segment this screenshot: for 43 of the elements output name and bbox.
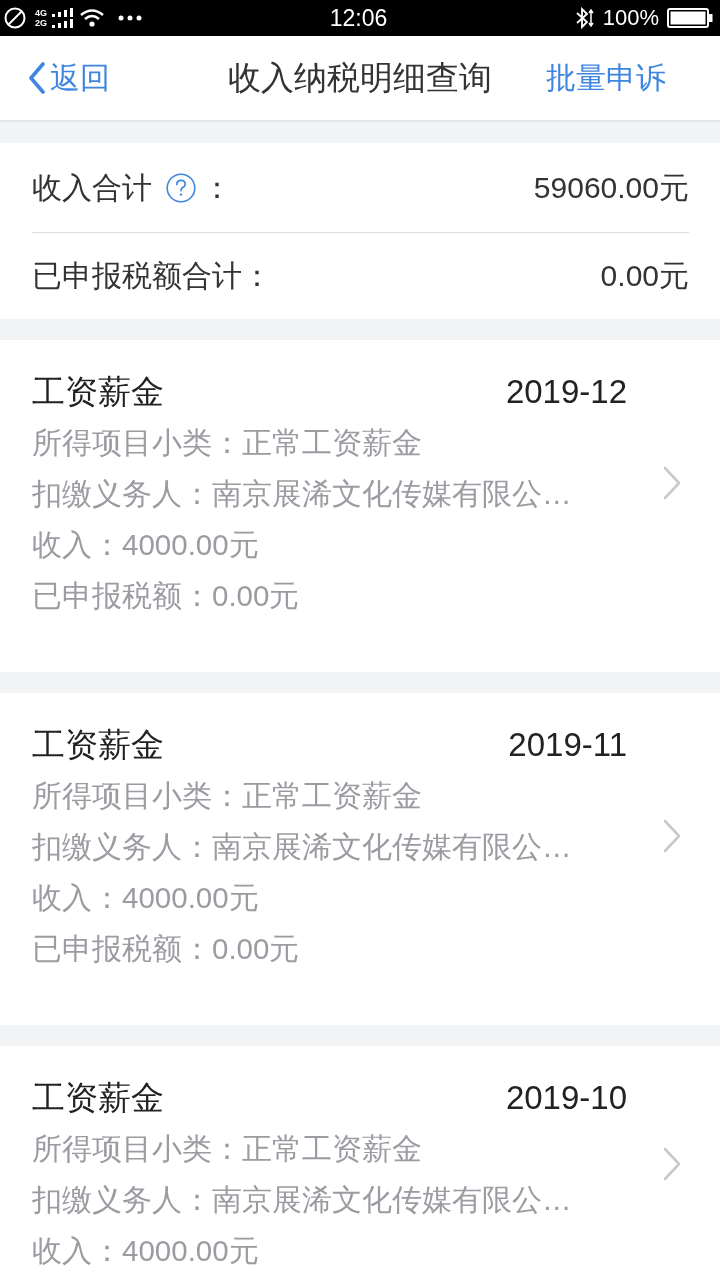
record-detail: 扣缴义务人：南京展浠文化传媒有限公…	[32, 476, 573, 512]
status-time: 12:06	[329, 4, 388, 32]
record-detail: 所得项目小类：正常工资薪金	[32, 425, 423, 461]
record-detail: 扣缴义务人：南京展浠文化传媒有限公…	[32, 1182, 573, 1218]
record-period: 2019-11	[508, 725, 627, 765]
record-detail: 收入：4000.00元	[32, 1233, 260, 1269]
battery-percentage: 100%	[602, 5, 659, 31]
record-period: 2019-10	[505, 1078, 627, 1118]
chevron-right-icon	[662, 1146, 682, 1181]
record-title: 工资薪金	[32, 1078, 164, 1118]
back-button[interactable]: 返回	[28, 58, 110, 98]
network-type-label: 4G	[35, 8, 47, 18]
bluetooth-icon	[574, 7, 595, 29]
signal-icon	[52, 8, 74, 28]
chevron-right-icon	[662, 466, 682, 500]
wifi-icon	[79, 8, 105, 28]
summary-label: 收入合计	[32, 169, 152, 206]
record-title: 工资薪金	[32, 725, 164, 765]
help-icon[interactable]	[166, 172, 196, 203]
battery-icon	[667, 8, 713, 28]
record-title: 工资薪金	[32, 372, 164, 412]
summary-label: 已申报税额合计：	[32, 258, 272, 294]
record-card[interactable]: 工资薪金 2019-12 所得项目小类：正常工资薪金 扣缴义务人：南京展浠文化传媒有限公… 收入：4000.00元 已申报税额：0.00元	[0, 340, 720, 672]
record-detail: 收入：4000.00元	[32, 880, 260, 916]
record-detail: 已申报税额：0.00元	[32, 578, 301, 614]
record-period: 2019-12	[505, 372, 627, 412]
record-card[interactable]: 工资薪金 2019-10 所得项目小类：正常工资薪金 扣缴义务人：南京展浠文化传媒有限公… 收入：4000.00元	[0, 1046, 720, 1280]
page-title: 收入纳税明细查询	[228, 58, 492, 98]
record-card[interactable]: 工资薪金 2019-11 所得项目小类：正常工资薪金 扣缴义务人：南京展浠文化传媒有限公… 收入：4000.00元 已申报税额：0.00元	[0, 693, 720, 1025]
network-type-label: 2G	[35, 18, 47, 28]
chevron-right-icon	[662, 819, 682, 853]
record-detail: 扣缴义务人：南京展浠文化传媒有限公…	[32, 829, 573, 865]
record-detail: 所得项目小类：正常工资薪金	[32, 778, 423, 814]
more-dots-icon	[118, 15, 142, 21]
record-detail: 收入：4000.00元	[32, 527, 260, 563]
summary-value: 0.00元	[600, 258, 689, 294]
chevron-left-icon	[28, 62, 46, 94]
record-detail: 所得项目小类：正常工资薪金	[32, 1131, 423, 1167]
no-sim-icon	[4, 7, 26, 29]
colon-text: ：	[202, 169, 232, 206]
record-detail: 已申报税额：0.00元	[32, 931, 301, 967]
summary-value: 59060.00元	[533, 169, 689, 206]
batch-appeal-button[interactable]: 批量申诉	[546, 58, 666, 98]
